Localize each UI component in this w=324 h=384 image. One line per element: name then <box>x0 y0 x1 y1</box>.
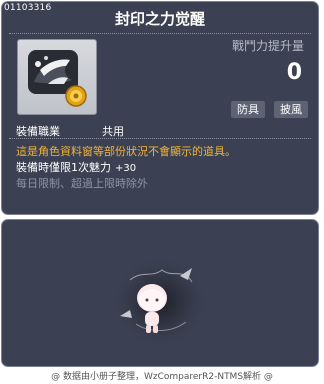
equip-limit-label: 裝備時僅限1次魅力 <box>16 161 111 174</box>
combat-power-label: 戰鬥力提升量 <box>231 39 304 53</box>
divider <box>9 138 311 140</box>
equip-limit-row: 裝備時僅限1次魅力 +30 <box>16 159 136 175</box>
item-title: 封印之力觉醒 <box>114 10 205 28</box>
mount-spirit-with-gold-coin-icon <box>28 50 87 107</box>
divider <box>9 33 311 35</box>
item-tooltip: 01103316 封印之力觉醒 戰鬥力提升量 0 防具 披風 裝備職業 共用 這… <box>1 1 319 215</box>
notice-text: 這是角色資料窗等部份狀況不會顯示的道具。 <box>16 145 236 158</box>
combat-power-value: 0 <box>286 60 302 85</box>
job-value: 共用 <box>102 125 124 138</box>
item-icon-frame <box>17 39 97 115</box>
job-label: 裝備職業 <box>16 125 60 138</box>
category-tag-armor: 防具 <box>231 101 265 118</box>
category-tag-cape: 披風 <box>274 101 308 118</box>
equip-limit-value: +30 <box>115 163 137 174</box>
character-preview-panel <box>1 219 319 367</box>
attribution-footer: @ 数据由小册子整理，WzComparerR2-NTMS解析 @ <box>51 372 273 382</box>
limit-note: 每日限制、超過上限時除外 <box>16 177 148 190</box>
character-preview-image <box>112 256 208 348</box>
